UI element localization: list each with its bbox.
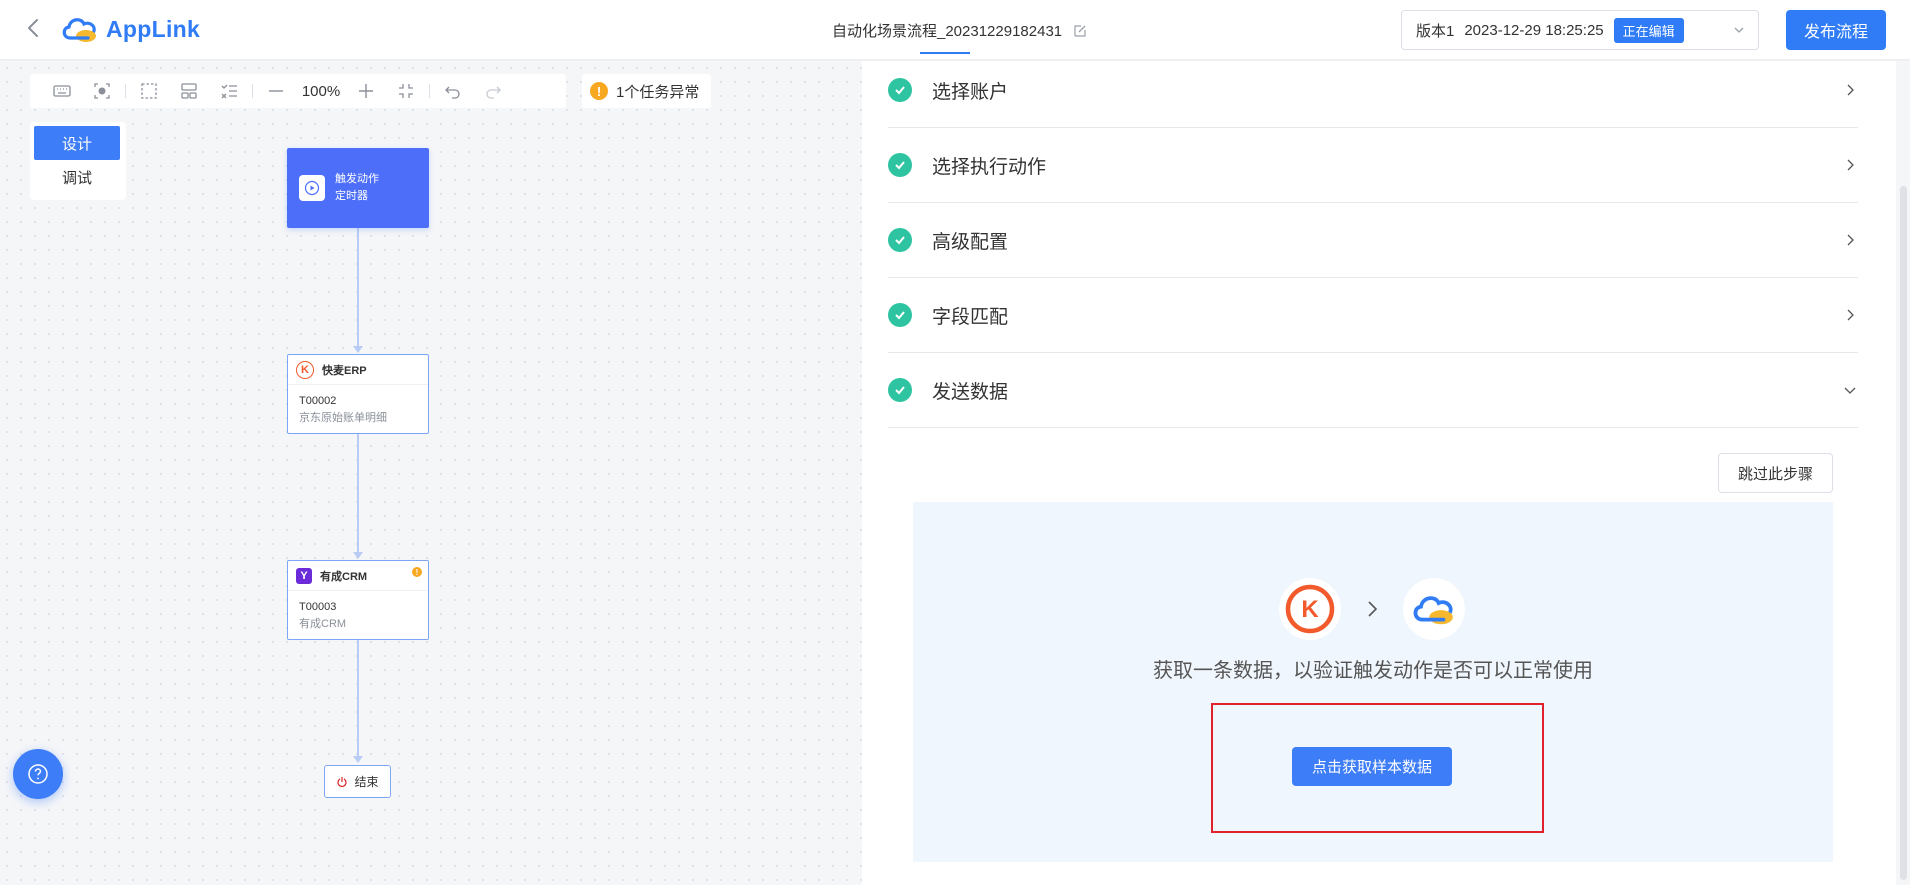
trigger-title: 触发动作 <box>335 173 379 185</box>
cloud-logo-icon <box>62 18 96 42</box>
editing-status-badge: 正在编辑 <box>1613 17 1684 43</box>
kuaimai-logo-icon: K <box>1285 584 1335 634</box>
check-icon <box>888 378 912 402</box>
flow-arrow-head <box>353 346 363 353</box>
chevron-right-icon <box>1847 159 1854 171</box>
help-button[interactable] <box>13 749 63 799</box>
step-select-action[interactable]: 选择执行动作 <box>888 128 1858 203</box>
applink-cloud-icon <box>1413 596 1453 625</box>
check-icon <box>888 228 912 252</box>
crm-node-header: Y 有成CRM <box>288 561 428 591</box>
zoom-in-icon[interactable] <box>346 74 386 108</box>
source-app-logo: K <box>1279 578 1341 640</box>
toolbar-divider <box>252 84 253 98</box>
chevron-right-icon <box>1847 84 1854 96</box>
crm-node[interactable]: ! Y 有成CRM T00003 有成CRM <box>287 560 429 640</box>
trigger-node-text: 触发动作 定时器 <box>335 171 379 205</box>
youcheng-logo-icon: Y <box>296 567 312 584</box>
step-label: 字段匹配 <box>932 306 1009 328</box>
trigger-subtitle: 定时器 <box>335 190 368 202</box>
chevron-right-icon <box>1847 309 1854 321</box>
trigger-node[interactable]: 触发动作 定时器 <box>287 148 429 228</box>
step-send-data[interactable]: 发送数据 <box>888 353 1858 428</box>
top-header: AppLink 自动化场景流程_20231229182431 版本1 2023-… <box>0 0 1910 60</box>
select-area-icon[interactable] <box>129 74 169 108</box>
keyboard-icon[interactable] <box>42 74 82 108</box>
flow-connector <box>357 228 359 348</box>
design-mode-button[interactable]: 设计 <box>34 126 120 160</box>
kuaimai-logo-icon: K <box>296 360 314 379</box>
redo-icon[interactable] <box>473 74 513 108</box>
end-node[interactable]: 结束 <box>324 765 391 798</box>
toolbar-divider <box>125 84 126 98</box>
erp-node[interactable]: K 快麦ERP T00002 京东原始账单明细 <box>287 354 429 434</box>
screenshot-icon[interactable] <box>82 74 122 108</box>
logo-text: AppLink <box>106 15 201 42</box>
warning-icon: ! <box>590 82 608 100</box>
step-select-account[interactable]: 选择账户 <box>888 53 1858 128</box>
target-app-logo <box>1403 578 1465 640</box>
erp-node-desc: 京东原始账单明细 <box>299 412 387 424</box>
svg-text:K: K <box>1301 596 1319 623</box>
flow-canvas[interactable] <box>0 61 862 885</box>
version-time: 2023-12-29 18:25:25 <box>1464 21 1604 39</box>
chevron-right-icon <box>1368 601 1378 617</box>
end-node-label: 结束 <box>354 775 379 789</box>
flow-arrow-head <box>353 552 363 559</box>
mode-switch: 设计 调试 <box>30 122 126 200</box>
fit-screen-icon[interactable] <box>386 74 426 108</box>
step-advanced-config[interactable]: 高级配置 <box>888 203 1858 278</box>
zoom-out-icon[interactable] <box>256 74 296 108</box>
step-label: 发送数据 <box>932 381 1009 403</box>
debug-mode-button[interactable]: 调试 <box>34 160 120 194</box>
task-alert-text: 1个任务异常 <box>616 83 700 101</box>
erp-node-app: 快麦ERP <box>322 364 367 377</box>
flow-arrow-head <box>353 756 363 763</box>
check-icon <box>888 78 912 102</box>
layout-icon[interactable] <box>169 74 209 108</box>
zoom-level: 100% <box>301 82 341 100</box>
scrollbar-thumb[interactable] <box>1900 186 1907 880</box>
task-alert[interactable]: ! 1个任务异常 <box>582 74 712 108</box>
publish-flow-button[interactable]: 发布流程 <box>1786 10 1886 50</box>
list-check-icon[interactable] <box>209 74 249 108</box>
step-label: 选择账户 <box>932 81 1009 103</box>
erp-node-code: T00002 <box>299 395 337 407</box>
flow-connector <box>357 434 359 554</box>
flow-connector <box>357 640 359 758</box>
document-title: 自动化场景流程_20231229182431 <box>832 20 1088 41</box>
question-icon <box>28 764 48 784</box>
undo-icon[interactable] <box>433 74 473 108</box>
version-select[interactable]: 版本1 2023-12-29 18:25:25 正在编辑 <box>1401 10 1759 50</box>
power-icon <box>337 776 348 787</box>
step-field-mapping[interactable]: 字段匹配 <box>888 278 1858 353</box>
version-label: 版本1 <box>1416 22 1455 40</box>
erp-node-header: K 快麦ERP <box>288 355 428 385</box>
chevron-down-icon <box>1844 387 1856 394</box>
chevron-down-icon <box>1734 27 1744 33</box>
chevron-right-icon <box>1847 234 1854 246</box>
crm-node-code: T00003 <box>299 601 337 613</box>
applink-logo: AppLink <box>60 12 200 46</box>
step-label: 选择执行动作 <box>932 156 1047 178</box>
canvas-toolbar: 100% <box>30 74 566 108</box>
play-icon <box>299 175 325 201</box>
check-icon <box>888 303 912 327</box>
node-warning-icon: ! <box>412 567 422 577</box>
skip-step-button[interactable]: 跳过此步骤 <box>1718 453 1833 493</box>
check-icon <box>888 153 912 177</box>
crm-node-body: T00003 有成CRM <box>288 591 428 633</box>
sample-data-description: 获取一条数据，以验证触发动作是否可以正常使用 <box>1153 660 1593 682</box>
step-label: 高级配置 <box>932 231 1009 253</box>
document-title-text: 自动化场景流程_20231229182431 <box>832 23 1063 40</box>
erp-node-body: T00002 京东原始账单明细 <box>288 385 428 427</box>
crm-node-desc: 有成CRM <box>299 618 347 630</box>
edit-icon[interactable] <box>1072 23 1088 39</box>
crm-node-app: 有成CRM <box>320 570 368 583</box>
toolbar-divider <box>429 84 430 98</box>
fetch-sample-data-button[interactable]: 点击获取样本数据 <box>1292 747 1452 786</box>
back-arrow-icon[interactable] <box>22 16 46 40</box>
